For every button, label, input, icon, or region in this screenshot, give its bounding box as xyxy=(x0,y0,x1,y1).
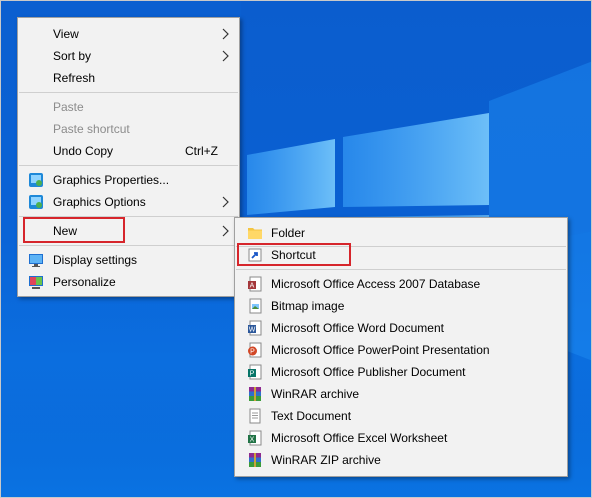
menu-item-label: Microsoft Office Access 2007 Database xyxy=(271,277,481,291)
submenu-item-folder[interactable]: Folder xyxy=(236,222,566,244)
display-settings-icon xyxy=(29,254,43,267)
new-submenu: Folder Shortcut A Microsoft Office Acces… xyxy=(234,217,568,477)
menu-item-label: Paste xyxy=(53,100,84,114)
menu-item-graphics-properties[interactable]: Graphics Properties... xyxy=(19,169,238,191)
menu-item-label: Microsoft Office Excel Worksheet xyxy=(271,431,448,445)
menu-item-paste[interactable]: Paste xyxy=(19,96,238,118)
menu-item-label: Display settings xyxy=(53,253,138,267)
submenu-item-powerpoint-presentation[interactable]: P Microsoft Office PowerPoint Presentati… xyxy=(236,339,566,361)
chevron-right-icon xyxy=(222,28,229,40)
menu-item-label: Paste shortcut xyxy=(53,122,130,136)
menu-item-label: Microsoft Office Word Document xyxy=(271,321,444,335)
submenu-item-publisher-document[interactable]: P Microsoft Office Publisher Document xyxy=(236,361,566,383)
submenu-item-winrar-zip-archive[interactable]: WinRAR ZIP archive xyxy=(236,449,566,471)
submenu-item-text-document[interactable]: Text Document xyxy=(236,405,566,427)
submenu-item-excel-worksheet[interactable]: X Microsoft Office Excel Worksheet xyxy=(236,427,566,449)
intel-graphics-icon xyxy=(29,173,43,187)
menu-item-refresh[interactable]: Refresh xyxy=(19,67,238,89)
submenu-item-shortcut[interactable]: Shortcut xyxy=(236,244,566,266)
svg-text:A: A xyxy=(250,283,255,290)
text-document-icon xyxy=(249,408,261,424)
menu-separator xyxy=(19,165,238,166)
menu-item-label: Text Document xyxy=(271,409,352,423)
folder-icon xyxy=(248,228,262,239)
desktop-context-menu: View Sort by Refresh Paste Paste shortcu… xyxy=(17,17,240,297)
submenu-item-winrar-archive[interactable]: WinRAR archive xyxy=(236,383,566,405)
menu-item-new[interactable]: New xyxy=(19,220,238,242)
winrar-zip-icon xyxy=(249,453,261,467)
menu-item-label: Graphics Options xyxy=(53,195,146,209)
publisher-document-icon: P xyxy=(248,364,262,380)
menu-item-sort-by[interactable]: Sort by xyxy=(19,45,238,67)
chevron-right-icon xyxy=(222,50,229,62)
personalize-icon xyxy=(29,276,43,289)
chevron-right-icon xyxy=(222,196,229,208)
menu-item-display-settings[interactable]: Display settings xyxy=(19,249,238,271)
menu-item-view[interactable]: View xyxy=(19,23,238,45)
menu-item-label: Graphics Properties... xyxy=(53,173,170,187)
chevron-right-icon xyxy=(222,225,229,237)
menu-item-label: Shortcut xyxy=(271,248,316,262)
excel-worksheet-icon: X xyxy=(248,430,262,446)
desktop[interactable]: View Sort by Refresh Paste Paste shortcu… xyxy=(0,0,592,498)
menu-item-label: Sort by xyxy=(53,49,92,63)
submenu-item-word-document[interactable]: W Microsoft Office Word Document xyxy=(236,317,566,339)
menu-item-label: New xyxy=(53,224,78,238)
menu-separator xyxy=(19,216,238,217)
svg-text:X: X xyxy=(250,437,255,444)
menu-item-label: Microsoft Office Publisher Document xyxy=(271,365,466,379)
menu-item-label: Bitmap image xyxy=(271,299,345,313)
menu-item-label: WinRAR ZIP archive xyxy=(271,453,381,467)
svg-text:P: P xyxy=(250,371,255,378)
menu-item-paste-shortcut[interactable]: Paste shortcut xyxy=(19,118,238,140)
shortcut-icon xyxy=(248,248,262,262)
powerpoint-presentation-icon: P xyxy=(248,342,262,358)
menu-item-graphics-options[interactable]: Graphics Options xyxy=(19,191,238,213)
intel-graphics-icon xyxy=(29,195,43,209)
svg-text:W: W xyxy=(249,327,256,334)
submenu-item-bitmap-image[interactable]: Bitmap image xyxy=(236,295,566,317)
menu-item-shortcut: Ctrl+Z xyxy=(185,144,218,158)
menu-item-label: View xyxy=(53,27,79,41)
menu-item-label: Personalize xyxy=(53,275,116,289)
menu-item-label: Undo Copy xyxy=(53,144,114,158)
menu-item-label: Refresh xyxy=(53,71,96,85)
winrar-archive-icon xyxy=(249,387,261,401)
svg-text:P: P xyxy=(250,349,255,356)
menu-item-personalize[interactable]: Personalize xyxy=(19,271,238,293)
submenu-item-access-database[interactable]: A Microsoft Office Access 2007 Database xyxy=(236,273,566,295)
word-document-icon: W xyxy=(248,320,262,336)
menu-item-label: WinRAR archive xyxy=(271,387,360,401)
menu-separator xyxy=(236,269,566,270)
menu-item-label: Microsoft Office PowerPoint Presentation xyxy=(271,343,490,357)
menu-separator xyxy=(19,92,238,93)
access-database-icon: A xyxy=(248,276,262,292)
bitmap-image-icon xyxy=(249,298,262,314)
menu-item-undo-copy[interactable]: Undo Copy Ctrl+Z xyxy=(19,140,238,162)
menu-item-label: Folder xyxy=(271,226,306,240)
menu-separator xyxy=(19,245,238,246)
